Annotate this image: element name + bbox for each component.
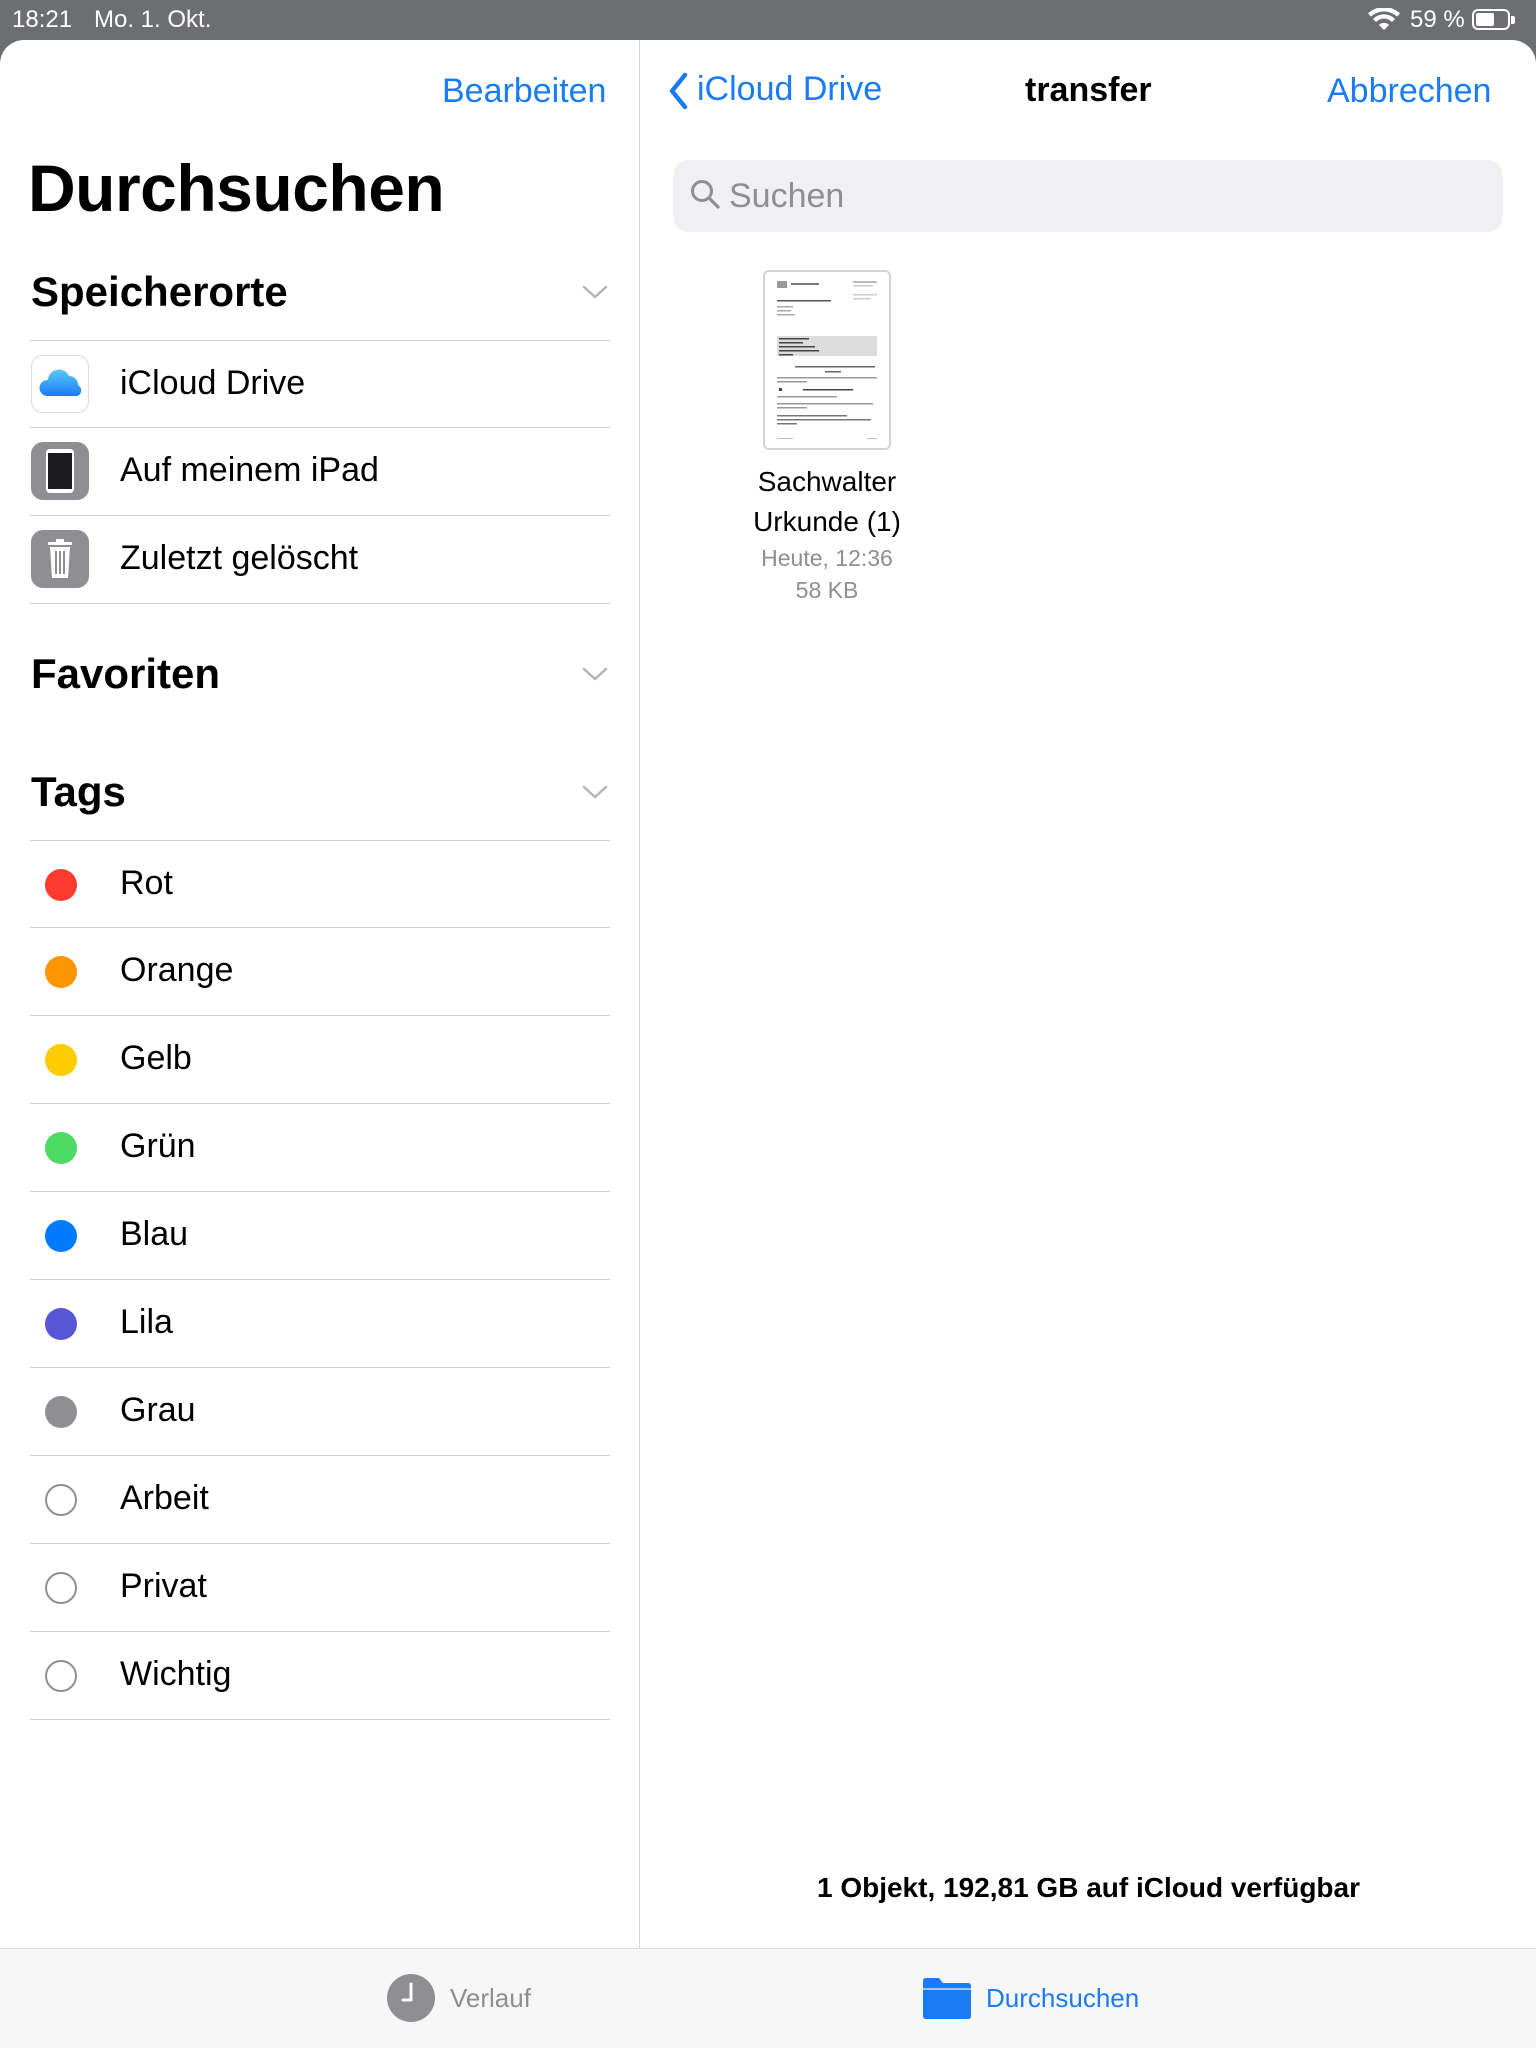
tag-color-dot [45, 1484, 77, 1516]
chevron-down-icon [582, 285, 608, 299]
tag-item-privat[interactable]: Privat [30, 1544, 610, 1632]
file-name: Sachwalter Urkunde (1) [727, 462, 927, 542]
section-title-tags: Tags [31, 768, 126, 815]
folder-title: transfer [1025, 71, 1152, 109]
tag-item-orange[interactable]: Orange [30, 928, 610, 1016]
section-header-tags[interactable]: Tags [31, 768, 609, 828]
folder-content: iCloud Drive transfer Abbrechen Suchen S… [641, 40, 1536, 1948]
tags-list: Rot Orange Gelb Grün Blau Lila Grau Arbe… [30, 840, 610, 1720]
section-title-locations: Speicherorte [31, 268, 288, 315]
tag-item-rot[interactable]: Rot [30, 840, 610, 928]
section-header-locations[interactable]: Speicherorte [31, 268, 609, 328]
status-time: 18:21 [12, 6, 73, 33]
folder-icon [923, 1978, 971, 2019]
location-label: Auf meinem iPad [120, 451, 379, 489]
section-header-favorites[interactable]: Favoriten [31, 650, 609, 710]
wifi-icon [1368, 8, 1400, 30]
tag-label: Wichtig [120, 1655, 232, 1693]
file-date: Heute, 12:36 [761, 545, 893, 571]
tag-color-dot [45, 1396, 77, 1428]
battery-percent: 59 % [1410, 6, 1465, 33]
tag-color-dot [45, 1044, 77, 1076]
location-item-icloud[interactable]: iCloud Drive [30, 340, 610, 428]
tag-label: Orange [120, 951, 234, 989]
ipad-icon [31, 442, 89, 500]
tab-browse-label: Durchsuchen [986, 1983, 1140, 2013]
edit-button[interactable]: Bearbeiten [442, 72, 606, 111]
file-name-line: Urkunde (1) [753, 506, 901, 537]
locations-list: iCloud Drive Auf meinem iPad Zuletzt gel… [30, 340, 610, 604]
tag-item-gelb[interactable]: Gelb [30, 1016, 610, 1104]
battery-icon [1472, 9, 1515, 30]
tag-color-dot [45, 1132, 77, 1164]
tag-label: Gelb [120, 1039, 192, 1077]
search-icon [691, 180, 720, 209]
search-bar[interactable] [673, 160, 1503, 232]
tag-color-dot [45, 869, 77, 901]
file-item[interactable]: Sachwalter Urkunde (1) Heute, 12:36 58 K… [727, 270, 927, 606]
tag-color-dot [45, 1572, 77, 1604]
cancel-button[interactable]: Abbrechen [1327, 72, 1491, 111]
location-label: Zuletzt gelöscht [120, 539, 359, 577]
tag-color-dot [45, 956, 77, 988]
trash-icon [31, 530, 89, 588]
icloud-icon [31, 355, 89, 413]
location-item-ipad[interactable]: Auf meinem iPad [30, 428, 610, 516]
tag-color-dot [45, 1660, 77, 1692]
clock-icon [387, 1974, 435, 2022]
tag-item-lila[interactable]: Lila [30, 1280, 610, 1368]
file-name-line: Sachwalter [757, 466, 897, 497]
tag-item-wichtig[interactable]: Wichtig [30, 1632, 610, 1720]
sidebar-title: Durchsuchen [28, 151, 445, 225]
tag-item-arbeit[interactable]: Arbeit [30, 1456, 610, 1544]
files-browser-sheet: Bearbeiten Durchsuchen Speicherorte iClo… [0, 40, 1536, 2048]
tag-item-gruen[interactable]: Grün [30, 1104, 610, 1192]
tag-label: Blau [120, 1215, 189, 1253]
file-size: 58 KB [795, 577, 859, 603]
tag-label: Lila [120, 1303, 173, 1341]
section-title-favorites: Favoriten [31, 650, 221, 697]
document-thumbnail [763, 270, 891, 450]
sidebar: Bearbeiten Durchsuchen Speicherorte iClo… [0, 40, 640, 1948]
storage-summary: 1 Objekt, 192,81 GB auf iCloud verfügbar [816, 1872, 1361, 1903]
chevron-down-icon [582, 785, 608, 799]
chevron-left-icon [669, 72, 688, 110]
tag-item-grau[interactable]: Grau [30, 1368, 610, 1456]
status-bar: 18:21 Mo. 1. Okt. 59 % [0, 0, 1536, 40]
tag-item-blau[interactable]: Blau [30, 1192, 610, 1280]
tab-bar: Verlauf Durchsuchen [0, 1948, 1536, 2048]
back-button[interactable]: iCloud Drive [667, 70, 882, 111]
tag-label: Grau [120, 1391, 196, 1429]
tag-label: Grün [120, 1127, 196, 1165]
search-input[interactable] [729, 170, 1469, 222]
chevron-down-icon [582, 667, 608, 681]
tab-recents-label: Verlauf [450, 1983, 531, 2013]
status-date: Mo. 1. Okt. [94, 6, 212, 33]
tag-label: Rot [120, 864, 173, 902]
tag-color-dot [45, 1220, 77, 1252]
tag-label: Privat [120, 1567, 207, 1605]
location-item-recently-deleted[interactable]: Zuletzt gelöscht [30, 516, 610, 604]
location-label: iCloud Drive [120, 364, 306, 402]
tag-label: Arbeit [120, 1479, 209, 1517]
tag-color-dot [45, 1308, 77, 1340]
back-button-label: iCloud Drive [697, 70, 883, 108]
